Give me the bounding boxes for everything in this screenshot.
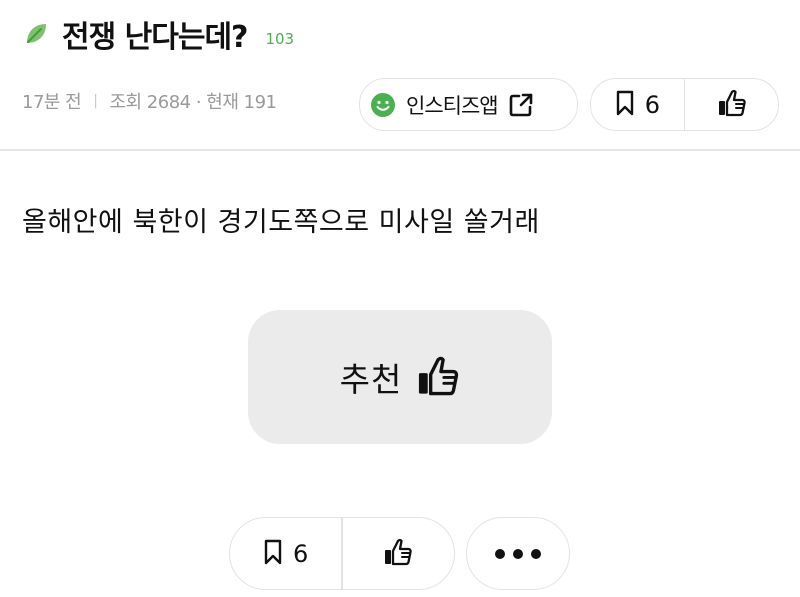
- more-dot: [531, 548, 541, 559]
- comment-count[interactable]: 103: [265, 30, 294, 48]
- recommend-label: 추천: [339, 360, 403, 399]
- thumbs-up-icon: [416, 355, 460, 399]
- post-views: 조회 2684 · 현재 191: [109, 92, 277, 113]
- open-app-button[interactable]: 인스티즈앱: [359, 78, 578, 131]
- header-actions: 6: [590, 78, 779, 131]
- post-page: 전쟁 난다는데? 103 17분 전 | 조회 2684 · 현재 191 인스…: [0, 0, 800, 597]
- bookmark-button[interactable]: 6: [591, 79, 684, 130]
- thumbs-up-icon: [717, 89, 747, 121]
- more-dot: [513, 548, 523, 559]
- bookmark-icon: [615, 90, 635, 120]
- more-dot: [495, 548, 505, 559]
- app-label: 인스티즈앱: [406, 93, 499, 118]
- meta-separator: |: [93, 93, 98, 109]
- post-body: 올해안에 북한이 경기도쪽으로 미사일 쏠거래: [22, 207, 540, 238]
- external-link-icon: [508, 92, 534, 118]
- post-meta: 17분 전 | 조회 2684 · 현재 191: [22, 88, 277, 114]
- thumbs-up-icon: [383, 538, 413, 570]
- more-button[interactable]: [466, 517, 570, 590]
- smile-icon: [370, 92, 396, 118]
- leaf-icon: [22, 20, 50, 48]
- bookmark-count: 6: [292, 539, 309, 568]
- post-title: 전쟁 난다는데?: [62, 20, 248, 55]
- recommend-button[interactable]: 추천: [248, 310, 552, 444]
- post-time: 17분 전: [22, 92, 82, 113]
- post-header: 전쟁 난다는데? 103: [22, 14, 294, 55]
- bookmark-count: 6: [644, 90, 661, 119]
- more-icon: [491, 548, 545, 559]
- header-divider: [0, 149, 800, 151]
- bookmark-button[interactable]: 6: [230, 518, 341, 589]
- bottom-actions: 6: [229, 517, 455, 590]
- bookmark-icon: [263, 539, 283, 569]
- like-button[interactable]: [685, 79, 778, 130]
- like-button[interactable]: [343, 518, 454, 589]
